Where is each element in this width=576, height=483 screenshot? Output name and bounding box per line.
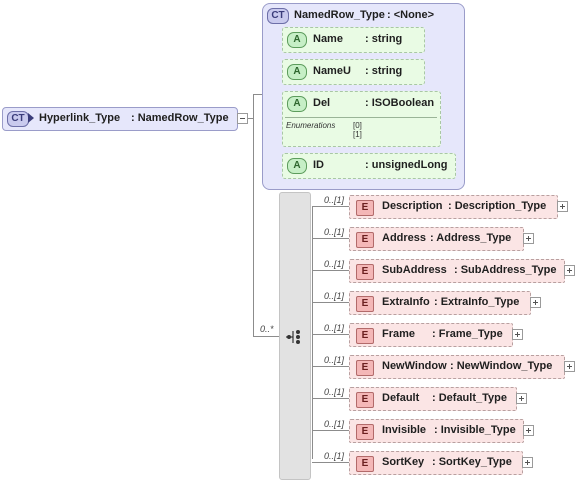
element-name: SortKey: [382, 456, 425, 468]
attribute-badge-icon: A: [287, 32, 307, 48]
element-connector: [312, 334, 349, 335]
root-complex-type[interactable]: CT Hyperlink_Type : NamedRow_Type: [2, 107, 238, 131]
element-connector: [312, 270, 349, 271]
element-name: Default: [382, 392, 420, 404]
element-type: : Invisible_Type: [434, 424, 516, 436]
ct-badge-icon: CT: [267, 8, 289, 24]
expand-invisible-button[interactable]: [523, 425, 534, 436]
element-connector: [312, 398, 349, 399]
expand-arrow-icon: [28, 113, 34, 123]
enumeration-divider: [285, 117, 437, 118]
element-default[interactable]: E Default : Default_Type: [349, 387, 517, 411]
element-connector: [312, 238, 349, 239]
attribute-label: NameU: [313, 65, 351, 77]
element-type: : Address_Type: [430, 232, 512, 244]
element-cardinality: 0..[1]: [324, 323, 345, 333]
to-complex-connector: [253, 94, 262, 95]
element-name: Address: [382, 232, 427, 244]
element-name: Description: [382, 200, 443, 212]
element-type: : ExtraInfo_Type: [434, 296, 520, 308]
elements-vertical-connector: [312, 206, 313, 459]
element-type: : SubAddress_Type: [454, 264, 557, 276]
attribute-type: : ISOBoolean: [365, 97, 435, 109]
enumeration-value: [1]: [353, 130, 362, 139]
element-address[interactable]: E Address : Address_Type: [349, 227, 524, 251]
element-cardinality: 0..[1]: [324, 227, 345, 237]
element-invisible[interactable]: E Invisible : Invisible_Type: [349, 419, 524, 443]
element-badge-icon: E: [356, 360, 374, 376]
expand-extrainfo-button[interactable]: [530, 297, 541, 308]
element-badge-icon: E: [356, 264, 374, 280]
to-sequence-connector: [253, 336, 279, 337]
element-frame[interactable]: E Frame : Frame_Type: [349, 323, 513, 347]
element-type: : Frame_Type: [432, 328, 503, 340]
attribute-label: Name: [313, 33, 343, 45]
element-connector: [312, 430, 349, 431]
element-badge-icon: E: [356, 424, 374, 440]
element-badge-icon: E: [356, 200, 374, 216]
expand-sortkey-button[interactable]: [522, 457, 533, 468]
element-name: Invisible: [382, 424, 427, 436]
element-cardinality: 0..[1]: [324, 419, 345, 429]
attribute-label: Del: [313, 97, 331, 109]
ct-badge-icon: CT: [7, 111, 29, 127]
expand-default-button[interactable]: [516, 393, 527, 404]
expand-frame-button[interactable]: [512, 329, 523, 340]
element-type: : Default_Type: [432, 392, 507, 404]
attribute-id[interactable]: A ID : unsignedLong: [282, 153, 456, 179]
element-subaddress[interactable]: E SubAddress : SubAddress_Type: [349, 259, 565, 283]
element-cardinality: 0..[1]: [324, 451, 345, 461]
element-connector: [312, 206, 349, 207]
element-name: NewWindow: [382, 360, 447, 372]
element-cardinality: 0..[1]: [324, 355, 345, 365]
element-connector: [312, 302, 349, 303]
attribute-type: : string: [365, 33, 403, 45]
attribute-type: : unsignedLong: [365, 159, 448, 171]
element-connector: [312, 366, 349, 367]
element-badge-icon: E: [356, 328, 374, 344]
sequence-compositor[interactable]: [279, 192, 311, 480]
element-type: : SortKey_Type: [432, 456, 512, 468]
element-extrainfo[interactable]: E ExtraInfo : ExtraInfo_Type: [349, 291, 531, 315]
element-badge-icon: E: [356, 296, 374, 312]
element-cardinality: 0..[1]: [324, 387, 345, 397]
element-badge-icon: E: [356, 456, 374, 472]
element-newwindow[interactable]: E NewWindow : NewWindow_Type: [349, 355, 565, 379]
element-cardinality: 0..[1]: [324, 195, 345, 205]
enumerations-title: Enumerations: [286, 121, 336, 130]
attribute-badge-icon: A: [287, 64, 307, 80]
attribute-badge-icon: A: [287, 158, 307, 174]
sequence-cardinality: 0..*: [260, 324, 274, 334]
attribute-del[interactable]: A Del : ISOBoolean Enumerations [0] [1]: [282, 91, 441, 147]
attribute-name[interactable]: A Name : string: [282, 27, 425, 53]
root-vertical-connector: [253, 94, 254, 337]
element-badge-icon: E: [356, 232, 374, 248]
element-name: SubAddress: [382, 264, 447, 276]
expand-newwindow-button[interactable]: [564, 361, 575, 372]
enumeration-value: [0]: [353, 121, 362, 130]
expand-description-button[interactable]: [557, 201, 568, 212]
element-cardinality: 0..[1]: [324, 259, 345, 269]
element-type: : Description_Type: [448, 200, 547, 212]
element-name: ExtraInfo: [382, 296, 430, 308]
expand-subaddress-button[interactable]: [564, 265, 575, 276]
element-sortkey[interactable]: E SortKey : SortKey_Type: [349, 451, 523, 475]
complex-name: NamedRow_Type: [294, 9, 385, 21]
element-badge-icon: E: [356, 392, 374, 408]
element-description[interactable]: E Description : Description_Type: [349, 195, 558, 219]
complex-type: : <None>: [387, 9, 435, 21]
attribute-label: ID: [313, 159, 324, 171]
element-cardinality: 0..[1]: [324, 291, 345, 301]
element-type: : NewWindow_Type: [450, 360, 553, 372]
element-name: Frame: [382, 328, 416, 340]
root-name: Hyperlink_Type: [39, 112, 121, 124]
collapse-root-button[interactable]: [237, 113, 248, 124]
attribute-nameu[interactable]: A NameU : string: [282, 59, 425, 85]
element-connector: [312, 462, 349, 463]
attribute-type: : string: [365, 65, 403, 77]
attribute-badge-icon: A: [287, 96, 307, 112]
expand-address-button[interactable]: [523, 233, 534, 244]
root-type: : NamedRow_Type: [131, 112, 229, 124]
sequence-icon: [286, 329, 304, 345]
